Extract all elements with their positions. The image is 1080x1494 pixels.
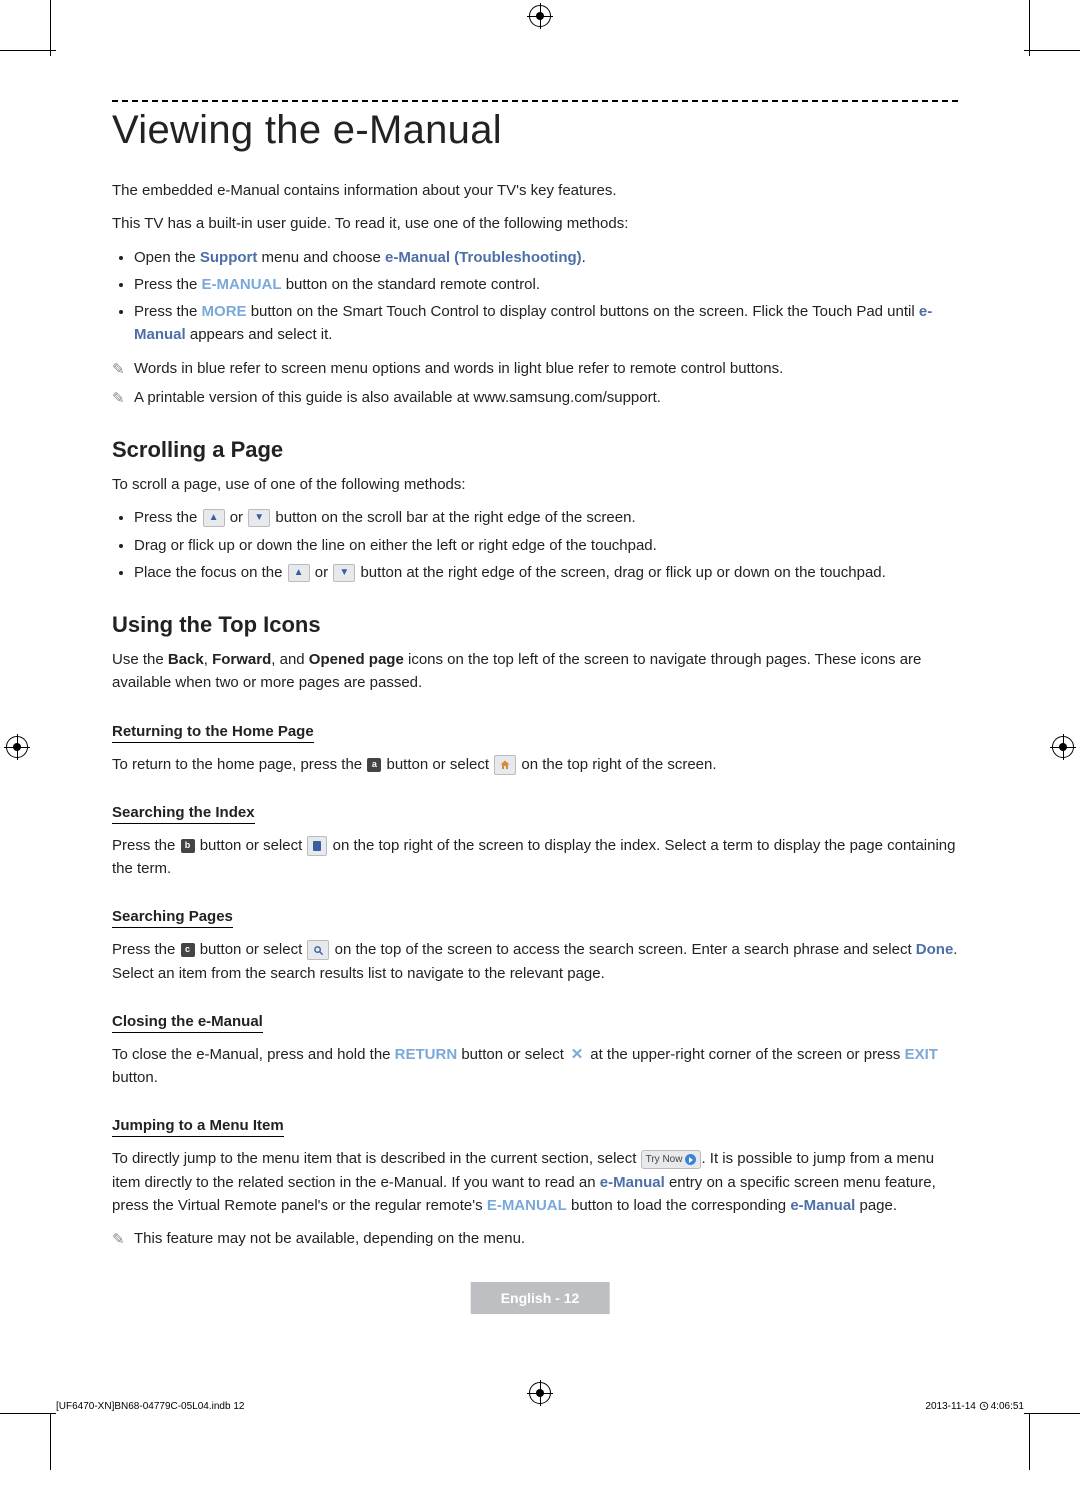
- note-icon: ✎: [112, 1228, 125, 1251]
- crop-mark: [1029, 0, 1030, 56]
- file-name: [UF6470-XN]BN68-04779C-05L04.indb 12: [56, 1401, 244, 1412]
- list-item: Press the MORE button on the Smart Touch…: [134, 300, 958, 347]
- home-icon: [494, 755, 516, 775]
- button-ref: EXIT: [905, 1046, 938, 1063]
- list-item: Open the Support menu and choose e-Manua…: [134, 246, 958, 269]
- timestamp: 2013-11-14 4:06:51: [925, 1401, 1024, 1412]
- horizontal-rule: [112, 100, 958, 102]
- crop-mark: [1024, 50, 1080, 51]
- note-icon: ✎: [112, 387, 125, 410]
- intro-text: The embedded e-Manual contains informati…: [112, 179, 958, 202]
- note: ✎Words in blue refer to screen menu opti…: [112, 357, 958, 380]
- subsection-heading: Returning to the Home Page: [112, 723, 314, 743]
- clock-icon: [979, 1401, 989, 1411]
- list-item: Drag or flick up or down the line on eit…: [134, 534, 958, 557]
- note: ✎This feature may not be available, depe…: [112, 1227, 958, 1250]
- crop-mark: [1029, 1414, 1030, 1470]
- c-button-icon: c: [181, 943, 195, 957]
- section-heading: Scrolling a Page: [112, 437, 958, 463]
- registration-mark-icon: [6, 736, 28, 758]
- button-ref: E-MANUAL: [202, 276, 282, 293]
- up-arrow-icon: ▲: [203, 509, 225, 527]
- body-text: Press the c button or select on the top …: [112, 938, 958, 985]
- registration-mark-icon: [529, 5, 551, 27]
- down-arrow-icon: ▼: [333, 564, 355, 582]
- menu-ref: e-Manual: [790, 1197, 855, 1214]
- print-footer: [UF6470-XN]BN68-04779C-05L04.indb 12 201…: [56, 1401, 1024, 1412]
- section-lead: To scroll a page, use of one of the foll…: [112, 473, 958, 496]
- list-item: Place the focus on the ▲ or ▼ button at …: [134, 561, 958, 584]
- crop-mark: [1024, 1413, 1080, 1414]
- subsection-heading: Searching the Index: [112, 804, 255, 824]
- registration-mark-icon: [1052, 736, 1074, 758]
- index-icon: [307, 836, 327, 856]
- menu-ref: e-Manual (Troubleshooting): [385, 249, 582, 266]
- play-icon: [685, 1154, 696, 1165]
- list-item: Press the ▲ or ▼ button on the scroll ba…: [134, 506, 958, 529]
- scroll-method-list: Press the ▲ or ▼ button on the scroll ba…: [112, 506, 958, 584]
- try-now-button-icon: Try Now: [641, 1150, 702, 1170]
- page-number: English - 12: [471, 1282, 610, 1314]
- section-heading: Using the Top Icons: [112, 612, 958, 638]
- body-text: To directly jump to the menu item that i…: [112, 1147, 958, 1217]
- section-lead: Use the Back, Forward, and Opened page i…: [112, 648, 958, 695]
- crop-mark: [50, 0, 51, 56]
- button-ref: MORE: [202, 303, 247, 320]
- body-text: To return to the home page, press the a …: [112, 753, 958, 776]
- a-button-icon: a: [367, 758, 381, 772]
- crop-mark: [0, 50, 56, 51]
- intro-text: This TV has a built-in user guide. To re…: [112, 212, 958, 235]
- down-arrow-icon: ▼: [248, 509, 270, 527]
- b-button-icon: b: [181, 839, 195, 853]
- body-text: Press the b button or select on the top …: [112, 834, 958, 881]
- list-item: Press the E-MANUAL button on the standar…: [134, 273, 958, 296]
- menu-ref: e-Manual: [600, 1174, 665, 1191]
- page-title: Viewing the e-Manual: [112, 108, 958, 153]
- close-icon: ✕: [569, 1047, 585, 1063]
- crop-mark: [0, 1413, 56, 1414]
- subsection-heading: Searching Pages: [112, 908, 233, 928]
- page-content: Viewing the e-Manual The embedded e-Manu…: [112, 100, 958, 1256]
- up-arrow-icon: ▲: [288, 564, 310, 582]
- search-icon: [307, 940, 329, 960]
- subsection-heading: Closing the e-Manual: [112, 1013, 263, 1033]
- button-ref: RETURN: [395, 1046, 458, 1063]
- body-text: To close the e-Manual, press and hold th…: [112, 1043, 958, 1090]
- menu-ref: Done: [916, 941, 954, 958]
- menu-ref: Support: [200, 249, 258, 266]
- crop-mark: [50, 1414, 51, 1470]
- button-ref: E-MANUAL: [487, 1197, 567, 1214]
- method-list: Open the Support menu and choose e-Manua…: [112, 246, 958, 347]
- note-icon: ✎: [112, 358, 125, 381]
- subsection-heading: Jumping to a Menu Item: [112, 1117, 284, 1137]
- note: ✎A printable version of this guide is al…: [112, 386, 958, 409]
